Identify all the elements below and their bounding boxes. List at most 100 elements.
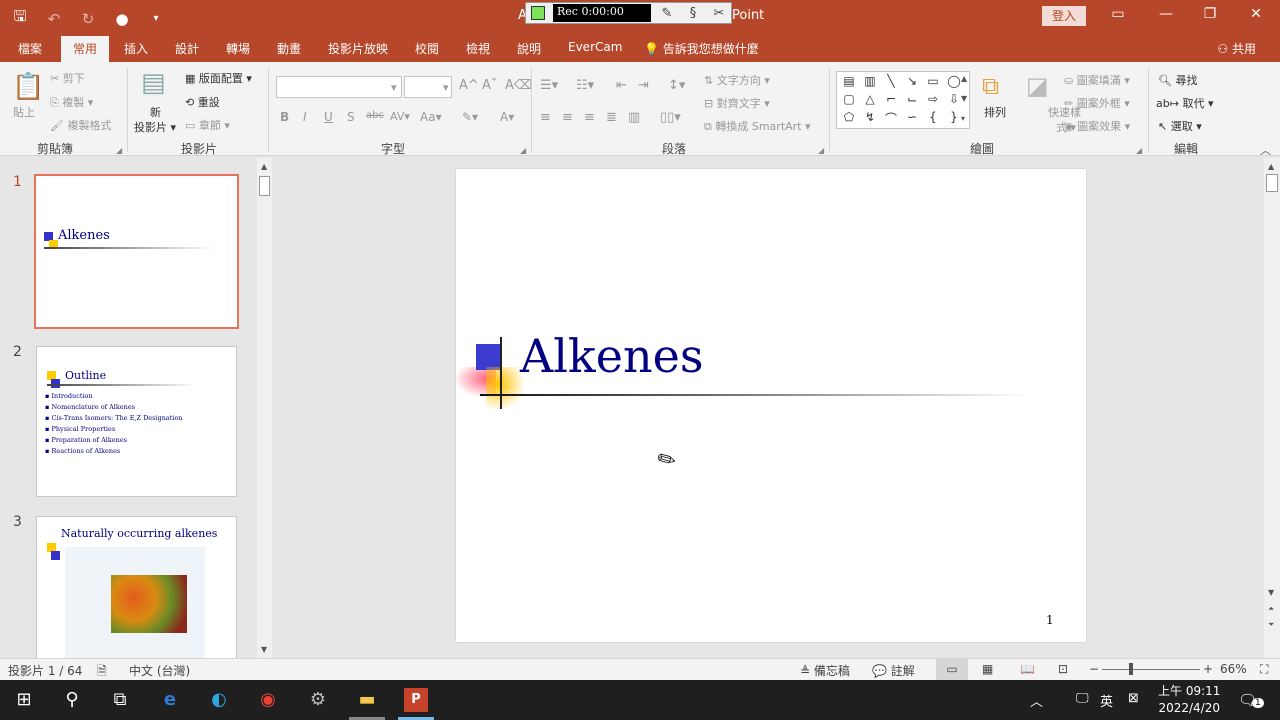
- rectangle-shape-icon[interactable]: ▭: [923, 74, 943, 92]
- tab-animations[interactable]: 動畫: [277, 40, 301, 57]
- comments-button[interactable]: 💬 註解: [872, 662, 915, 679]
- clipboard-launcher-icon[interactable]: ◢: [116, 146, 122, 155]
- scroll-thumb[interactable]: [1266, 174, 1278, 192]
- left-brace-shape-icon[interactable]: {: [923, 110, 943, 128]
- fit-to-window-icon[interactable]: ⛶: [1260, 662, 1268, 677]
- new-slide-icon[interactable]: ▤: [141, 68, 166, 98]
- shape-fill-button[interactable]: ⛀ 圖案填滿 ▾: [1064, 72, 1130, 88]
- line-shape-icon[interactable]: ╲: [881, 74, 901, 92]
- font-name-input[interactable]: [276, 76, 402, 98]
- notes-button[interactable]: ≜ 備忘稿: [800, 662, 850, 679]
- tab-evercam[interactable]: EverCam: [568, 40, 622, 54]
- thumbnail-slide-1[interactable]: Alkenes: [34, 174, 239, 329]
- ribbon-display-icon[interactable]: ▭: [1108, 6, 1128, 22]
- tab-home[interactable]: 常用: [61, 36, 110, 62]
- arrange-icon[interactable]: ⧉: [982, 72, 999, 100]
- smartart-button[interactable]: ⧉ 轉換成 SmartArt ▾: [704, 118, 811, 134]
- triangle-shape-icon[interactable]: △: [860, 92, 880, 110]
- restore-icon[interactable]: ❐: [1200, 6, 1220, 22]
- font-size-dropdown-icon[interactable]: ▾: [443, 81, 449, 94]
- arrow-line-shape-icon[interactable]: ↘: [902, 74, 922, 92]
- reading-view-icon[interactable]: 📖: [1020, 662, 1035, 676]
- evercam-icon[interactable]: ⚙: [306, 688, 330, 712]
- find-button[interactable]: 🔍︎ 尋找: [1158, 72, 1197, 88]
- normal-view-icon[interactable]: ▭: [936, 659, 968, 680]
- freeform-shape-icon[interactable]: ⬠: [839, 110, 859, 128]
- chrome-icon[interactable]: ◉: [256, 688, 280, 712]
- bold-icon[interactable]: B: [280, 110, 289, 124]
- tab-view[interactable]: 檢視: [466, 40, 490, 57]
- gallery-up-icon[interactable]: ▲: [961, 74, 967, 83]
- new-slide-label-2[interactable]: 投影片 ▾: [134, 119, 176, 135]
- tab-slideshow[interactable]: 投影片放映: [328, 40, 388, 57]
- tab-file[interactable]: 檔案: [18, 40, 42, 57]
- change-case-icon[interactable]: Aa▾: [420, 110, 442, 124]
- shadow-icon[interactable]: S: [347, 110, 355, 124]
- char-spacing-icon[interactable]: AV▾: [390, 110, 410, 123]
- paste-icon[interactable]: 📋: [12, 72, 44, 102]
- strikethrough-icon[interactable]: abc: [366, 110, 384, 121]
- drawing-launcher-icon[interactable]: ◢: [1136, 146, 1142, 155]
- note-icon[interactable]: ✎: [657, 6, 677, 21]
- shape-effects-button[interactable]: ◉ 圖案效果 ▾: [1064, 118, 1130, 134]
- start-from-beginning-icon[interactable]: ●: [112, 10, 132, 28]
- customize-qat-icon[interactable]: ▾: [146, 13, 166, 24]
- section-button[interactable]: ▭ 章節 ▾: [185, 117, 230, 133]
- justify-icon[interactable]: ≣: [606, 110, 617, 125]
- zoom-level[interactable]: 66%: [1220, 662, 1247, 676]
- align-text-button[interactable]: ⊟ 對齊文字 ▾: [704, 95, 770, 111]
- font-launcher-icon[interactable]: ◢: [520, 146, 526, 155]
- grow-font-icon[interactable]: A^: [459, 78, 479, 93]
- format-painter-button[interactable]: 🖌 複製格式: [50, 117, 111, 133]
- font-color-icon[interactable]: A▾: [500, 110, 514, 124]
- zoom-in-icon[interactable]: +: [1203, 662, 1213, 676]
- select-button[interactable]: ↖ 選取 ▾: [1158, 118, 1202, 134]
- windows-start-icon[interactable]: ⊞: [12, 688, 36, 712]
- vertical-textbox-shape-icon[interactable]: ▥: [860, 74, 880, 92]
- gallery-down-icon[interactable]: ▼: [961, 94, 967, 103]
- rounded-rect-shape-icon[interactable]: ▢: [839, 92, 859, 110]
- login-button[interactable]: 登入: [1042, 6, 1086, 26]
- arrange-label[interactable]: 排列: [984, 104, 1006, 120]
- paste-label[interactable]: 貼上: [13, 104, 35, 120]
- thumbnail-slide-3[interactable]: Naturally occurring alkenes: [36, 516, 237, 658]
- columns-icon[interactable]: ▯▯▾: [660, 110, 681, 125]
- undo-icon[interactable]: ↶: [44, 10, 64, 28]
- elbow-arrow-shape-icon[interactable]: ⌙: [902, 92, 922, 110]
- share-button[interactable]: ⚇ 共用: [1217, 40, 1256, 57]
- zoom-slider-knob[interactable]: [1129, 663, 1133, 675]
- network-icon[interactable]: 🖵: [1076, 691, 1089, 706]
- quick-styles-icon[interactable]: ◪: [1026, 72, 1049, 100]
- slideshow-view-icon[interactable]: ⊡: [1058, 662, 1068, 676]
- font-name-dropdown-icon[interactable]: ▾: [391, 81, 397, 94]
- textbox-shape-icon[interactable]: ▤: [839, 74, 859, 92]
- text-direction-button[interactable]: ⇅ 文字方向 ▾: [704, 72, 770, 88]
- language-indicator[interactable]: 中文 (台灣): [129, 662, 190, 679]
- line-spacing-icon[interactable]: ↕▾: [668, 78, 685, 93]
- gallery-more-icon[interactable]: ▾: [961, 114, 965, 123]
- clear-format-icon[interactable]: A⌫: [505, 78, 532, 93]
- scribble-shape-icon[interactable]: ↯: [860, 110, 880, 128]
- underline-icon[interactable]: U: [324, 110, 333, 124]
- shape-outline-button[interactable]: ✏ 圖案外框 ▾: [1064, 95, 1130, 111]
- next-slide-icon[interactable]: ⏷: [1268, 620, 1274, 630]
- zoom-out-icon[interactable]: −: [1089, 662, 1099, 676]
- powerpoint-icon[interactable]: P: [404, 688, 428, 712]
- thumbnail-slide-2[interactable]: Outline Introduction Nomenclature of Alk…: [36, 346, 237, 497]
- increase-indent-icon[interactable]: ⇥: [638, 78, 649, 93]
- scroll-up-icon[interactable]: ▲: [261, 162, 267, 171]
- align-right-icon[interactable]: ≡: [584, 110, 595, 125]
- thumbnail-scrollbar[interactable]: ▲ ▼: [257, 158, 272, 658]
- copy-button[interactable]: ⎘ 複製 ▾: [50, 94, 93, 110]
- align-left-icon[interactable]: ≡: [540, 110, 551, 125]
- new-slide-label-1[interactable]: 新: [150, 104, 161, 120]
- previous-slide-icon[interactable]: ⏶: [1268, 604, 1274, 614]
- tab-design[interactable]: 設計: [175, 40, 199, 57]
- align-center-icon[interactable]: ≡: [562, 110, 573, 125]
- system-clock[interactable]: 上午 09:11 2022/4/20: [1158, 683, 1220, 717]
- file-explorer-icon[interactable]: ▬: [355, 688, 379, 712]
- minimize-icon[interactable]: —: [1156, 6, 1176, 22]
- ime-mode-icon[interactable]: ⊠: [1128, 691, 1139, 706]
- tab-insert[interactable]: 插入: [124, 40, 148, 57]
- distributed-icon[interactable]: ▥: [628, 110, 640, 125]
